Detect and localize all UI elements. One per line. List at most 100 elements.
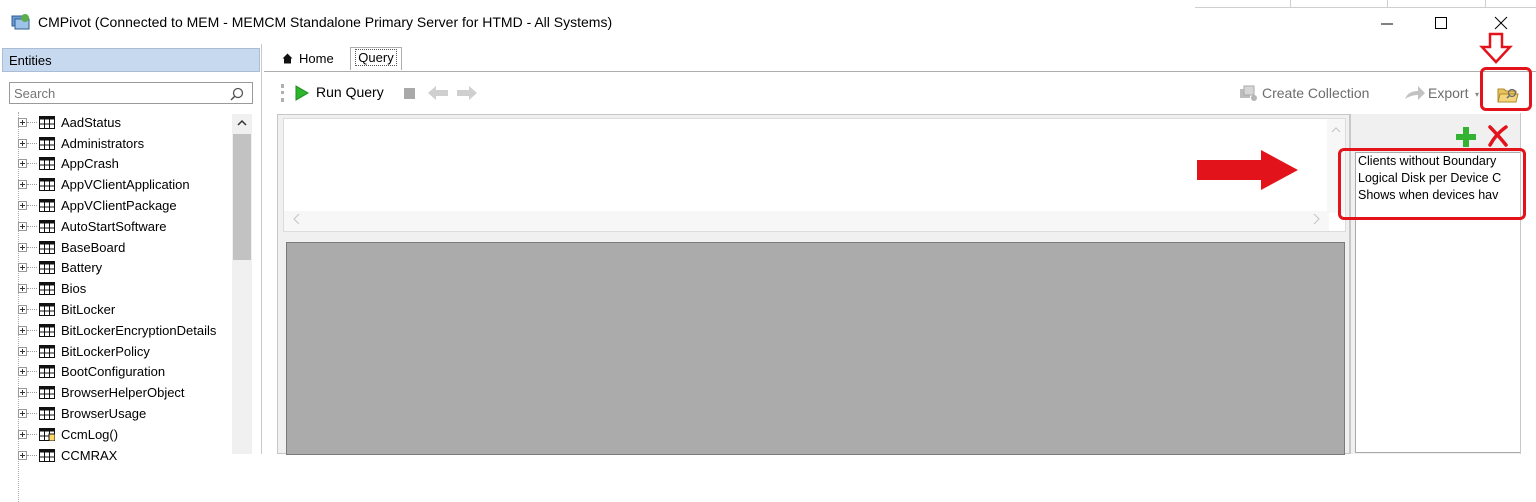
run-query-button[interactable]: Run Query [316, 84, 384, 100]
table-icon [39, 448, 55, 462]
entity-tree-item[interactable]: CCMRAX [14, 445, 234, 466]
entity-tree-item[interactable]: AppVClientApplication [14, 174, 234, 195]
entity-tree-item-label: AppVClientApplication [61, 177, 190, 193]
entity-tree-item-label: BootConfiguration [61, 364, 166, 380]
expand-plus-icon[interactable] [18, 388, 27, 398]
entity-tree-item[interactable]: CcmLog() [14, 424, 234, 445]
entity-tree-item-label: BrowserHelperObject [61, 385, 185, 401]
title-bar: CMPivot (Connected to MEM - MEMCM Standa… [0, 0, 1536, 44]
entities-panel: Entities AadStatus Administrators AppCrash… [0, 44, 262, 502]
tree-connector [27, 371, 37, 373]
close-icon [1494, 16, 1508, 30]
entity-tree-item[interactable]: BootConfiguration [14, 362, 234, 383]
entity-tree-item[interactable]: Bios [14, 278, 234, 299]
annotation-highlight-favorites [1338, 148, 1526, 220]
query-editor[interactable] [283, 118, 1346, 232]
entity-tree-item-label: Administrators [61, 135, 145, 151]
tree-connector [27, 288, 37, 290]
entity-tree-item[interactable]: Battery [14, 258, 234, 279]
entity-tree-item[interactable]: BaseBoard [14, 237, 234, 258]
export-dropdown-caret[interactable]: ▾ [1475, 90, 1479, 99]
entities-scrollbar[interactable] [232, 114, 252, 454]
entity-tree-item-label: BitLockerEncryptionDetails [61, 322, 217, 338]
tree-connector [27, 413, 37, 415]
entity-tree-item[interactable]: BitLockerPolicy [14, 341, 234, 362]
entity-tree-item-label: AadStatus [61, 114, 121, 130]
entity-tree-item[interactable]: BrowserUsage [14, 403, 234, 424]
expand-plus-icon[interactable] [18, 325, 27, 335]
entity-tree-item-label: AutoStartSoftware [61, 218, 167, 234]
tree-connector [27, 309, 37, 311]
table-icon [39, 365, 55, 379]
entity-tree-item-label: AppVClientPackage [61, 198, 177, 214]
entity-tree-item-label: BaseBoard [61, 239, 126, 255]
forward-arrow-icon[interactable] [456, 85, 478, 101]
entity-tree-item[interactable]: AppCrash [14, 154, 234, 175]
expand-plus-icon[interactable] [18, 450, 27, 460]
entity-tree-item-label: Battery [61, 260, 103, 276]
expand-plus-icon[interactable] [18, 346, 27, 356]
tree-connector [27, 392, 37, 394]
table-icon [39, 178, 55, 192]
export-button[interactable]: Export [1428, 85, 1468, 101]
entity-tree-item[interactable]: AadStatus [14, 112, 234, 133]
expand-plus-icon[interactable] [18, 159, 27, 169]
search-icon[interactable] [229, 86, 245, 102]
entity-tree-item[interactable]: BitLocker [14, 299, 234, 320]
entities-search-input[interactable] [9, 82, 253, 104]
entity-tree-item[interactable]: AutoStartSoftware [14, 216, 234, 237]
annotation-right-arrow-icon [1197, 150, 1298, 190]
entity-tree-item[interactable]: BitLockerEncryptionDetails [14, 320, 234, 341]
entity-tree-item-label: CcmLog() [61, 426, 119, 442]
entity-tree-item[interactable]: BrowserHelperObject [14, 382, 234, 403]
back-arrow-icon[interactable] [427, 85, 449, 101]
expand-plus-icon[interactable] [18, 409, 27, 419]
entities-tree: AadStatus Administrators AppCrash AppVClien… [14, 112, 234, 466]
expand-plus-icon[interactable] [18, 367, 27, 377]
tab-query-label: Query [355, 49, 397, 66]
expand-plus-icon[interactable] [18, 138, 27, 148]
entity-tree-item[interactable]: AppVClientPackage [14, 195, 234, 216]
expand-plus-icon[interactable] [18, 117, 27, 127]
stop-icon[interactable] [404, 88, 415, 99]
tree-connector [27, 225, 37, 227]
expand-plus-icon[interactable] [18, 429, 27, 439]
maximize-button[interactable] [1418, 8, 1464, 38]
create-collection-button[interactable]: Create Collection [1262, 85, 1369, 101]
delete-favorite-icon[interactable] [1487, 125, 1509, 147]
editor-scroll-up-icon[interactable] [1331, 125, 1341, 133]
tab-home[interactable]: Home [282, 51, 334, 66]
expand-plus-icon[interactable] [18, 284, 27, 294]
minimize-button[interactable] [1364, 8, 1410, 38]
expand-plus-icon[interactable] [18, 201, 27, 211]
expand-plus-icon[interactable] [18, 263, 27, 273]
query-results-pane [286, 242, 1345, 455]
scroll-up-arrow-icon[interactable] [236, 118, 248, 126]
scrollbar-thumb[interactable] [233, 134, 251, 260]
expand-plus-icon[interactable] [18, 242, 27, 252]
expand-plus-icon[interactable] [18, 305, 27, 315]
entity-tree-item-label: CCMRAX [61, 447, 118, 463]
editor-scroll-right-icon[interactable] [1313, 213, 1321, 225]
table-icon [39, 323, 55, 337]
entity-tree-item-label: BitLockerPolicy [61, 343, 150, 359]
editor-horizontal-scrollbar[interactable] [284, 211, 1329, 231]
table-icon [39, 386, 55, 400]
run-query-play-icon[interactable] [295, 85, 309, 101]
expand-plus-icon[interactable] [18, 221, 27, 231]
export-arrow-icon [1405, 86, 1425, 100]
table-icon [39, 261, 55, 275]
tree-connector [27, 246, 37, 248]
tree-connector [27, 121, 37, 123]
background-window-edge [1195, 0, 1536, 8]
entity-tree-item-label: Bios [61, 281, 87, 297]
tab-query[interactable]: Query [350, 47, 402, 70]
add-favorite-icon[interactable] [1455, 126, 1477, 148]
toolbar-grip[interactable] [281, 84, 284, 102]
tree-connector [27, 184, 37, 186]
table-icon [39, 219, 55, 233]
entity-tree-item[interactable]: Administrators [14, 133, 234, 154]
expand-plus-icon[interactable] [18, 180, 27, 190]
tree-connector [27, 205, 37, 207]
editor-scroll-left-icon[interactable] [292, 213, 300, 225]
